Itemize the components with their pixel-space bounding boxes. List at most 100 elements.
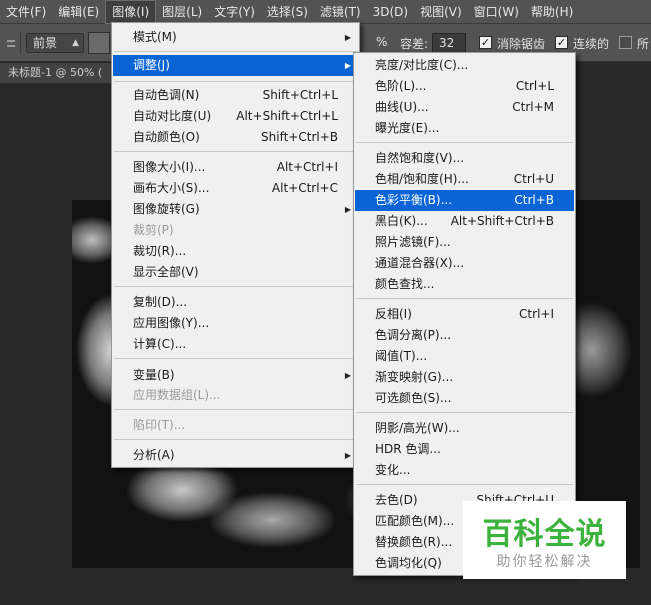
menu-item-label: 色调均化(Q) xyxy=(375,556,442,570)
menu-item-label: 曲线(U)... xyxy=(375,100,429,114)
menu-type[interactable]: 文字(Y) xyxy=(208,0,261,24)
menu-divider xyxy=(114,286,357,287)
menu-item-gradient-map[interactable]: 渐变映射(G)... xyxy=(355,367,574,388)
submenu-arrow-icon: ▶ xyxy=(344,61,351,70)
menu-item-label: 通道混合器(X)... xyxy=(375,256,465,270)
menu-edit[interactable]: 编辑(E) xyxy=(52,0,105,24)
menu-item-label: HDR 色调... xyxy=(375,442,441,456)
menu-item-label: 应用图像(Y)... xyxy=(133,316,210,330)
menu-item-label: 曝光度(E)... xyxy=(375,121,440,135)
menu-divider xyxy=(114,409,357,410)
menu-item-exposure[interactable]: 曝光度(E)... xyxy=(355,118,574,139)
percent-suffix: % xyxy=(376,35,388,49)
menu-item-duplicate[interactable]: 复制(D)... xyxy=(113,292,358,313)
menu-item-curves[interactable]: 曲线(U)... Ctrl+M xyxy=(355,97,574,118)
options-divider xyxy=(20,32,21,54)
menu-item-label: 匹配颜色(M)... xyxy=(375,514,455,528)
menu-select[interactable]: 选择(S) xyxy=(261,0,314,24)
menu-view[interactable]: 视图(V) xyxy=(414,0,468,24)
menu-item-label: 阈值(T)... xyxy=(375,349,428,363)
menu-help[interactable]: 帮助(H) xyxy=(525,0,579,24)
menu-item-adjustments[interactable]: 调整(J) ▶ xyxy=(113,55,358,76)
menu-item-label: 画布大小(S)... xyxy=(133,181,210,195)
menu-item-mode[interactable]: 模式(M) ▶ xyxy=(113,27,358,48)
menu-item-label: 调整(J) xyxy=(133,58,170,72)
menu-item-canvas-size[interactable]: 画布大小(S)... Alt+Ctrl+C xyxy=(113,178,358,199)
menu-item-variations[interactable]: 变化... xyxy=(355,460,574,481)
menu-item-trim[interactable]: 裁切(R)... xyxy=(113,241,358,262)
antialias-checkbox[interactable]: ✓ xyxy=(479,36,492,49)
menu-item-invert[interactable]: 反相(I) Ctrl+I xyxy=(355,304,574,325)
menu-item-posterize[interactable]: 色调分离(P)... xyxy=(355,325,574,346)
menu-item-label: 亮度/对比度(C)... xyxy=(375,58,469,72)
document-tab[interactable]: 未标题-1 @ 50% ( xyxy=(0,63,124,83)
menu-item-label: 替换颜色(R)... xyxy=(375,535,453,549)
gradient-swatch[interactable] xyxy=(88,32,110,54)
menu-item-brightness-contrast[interactable]: 亮度/对比度(C)... xyxy=(355,55,574,76)
menu-item-label: 黑白(K)... xyxy=(375,214,428,228)
tolerance-input[interactable]: 32 xyxy=(432,33,466,53)
menu-item-black-white[interactable]: 黑白(K)... Alt+Shift+Ctrl+B xyxy=(355,211,574,232)
menu-file[interactable]: 文件(F) xyxy=(0,0,52,24)
preset-select[interactable]: 前景 ▲ xyxy=(26,33,84,53)
menu-item-image-size[interactable]: 图像大小(I)... Alt+Ctrl+I xyxy=(113,157,358,178)
grip-icon[interactable] xyxy=(3,34,17,52)
menu-item-shadows-highlights[interactable]: 阴影/高光(W)... xyxy=(355,418,574,439)
menu-item-shortcut: Ctrl+U xyxy=(513,172,554,186)
menu-item-variables[interactable]: 变量(B) ▶ xyxy=(113,365,358,386)
menu-item-shortcut: Shift+Ctrl+L xyxy=(262,88,338,102)
menu-item-analysis[interactable]: 分析(A) ▶ xyxy=(113,445,358,466)
menu-item-label: 复制(D)... xyxy=(133,295,188,309)
menu-3d[interactable]: 3D(D) xyxy=(367,0,414,24)
menu-item-label: 阴影/高光(W)... xyxy=(375,421,460,435)
menu-divider xyxy=(356,412,573,413)
menu-item-apply-image[interactable]: 应用图像(Y)... xyxy=(113,313,358,334)
submenu-arrow-icon: ▶ xyxy=(344,205,351,214)
all-layers-label: 所 xyxy=(637,37,650,51)
menu-item-shortcut: Ctrl+L xyxy=(515,79,554,93)
menu-item-trap: 陷印(T)... xyxy=(113,415,358,436)
contiguous-checkbox[interactable]: ✓ xyxy=(555,36,568,49)
menu-item-label: 模式(M) xyxy=(133,30,177,44)
menu-item-label: 自动颜色(O) xyxy=(133,130,200,144)
menu-item-label: 色调分离(P)... xyxy=(375,328,452,342)
menu-item-apply-data-set: 应用数据组(L)... xyxy=(113,385,358,406)
menu-item-label: 颜色查找... xyxy=(375,277,435,291)
menu-item-crop: 裁剪(P) xyxy=(113,220,358,241)
menu-item-image-rotation[interactable]: 图像旋转(G) ▶ xyxy=(113,199,358,220)
menu-item-threshold[interactable]: 阈值(T)... xyxy=(355,346,574,367)
menu-item-calculations[interactable]: 计算(C)... xyxy=(113,334,358,355)
menu-item-shortcut: Ctrl+B xyxy=(514,193,554,207)
menu-item-photo-filter[interactable]: 照片滤镜(F)... xyxy=(355,232,574,253)
menu-bar: 文件(F) 编辑(E) 图像(I) 图层(L) 文字(Y) 选择(S) 滤镜(T… xyxy=(0,0,651,24)
menu-item-levels[interactable]: 色阶(L)... Ctrl+L xyxy=(355,76,574,97)
menu-item-label: 陷印(T)... xyxy=(133,418,186,432)
preset-select-value: 前景 xyxy=(33,36,58,50)
menu-item-label: 色相/饱和度(H)... xyxy=(375,172,469,186)
menu-item-auto-color[interactable]: 自动颜色(O) Shift+Ctrl+B xyxy=(113,127,358,148)
menu-item-shortcut: Alt+Ctrl+C xyxy=(271,181,338,195)
menu-item-color-lookup[interactable]: 颜色查找... xyxy=(355,274,574,295)
menu-item-hdr-toning[interactable]: HDR 色调... xyxy=(355,439,574,460)
menu-item-vibrance[interactable]: 自然饱和度(V)... xyxy=(355,148,574,169)
menu-layer[interactable]: 图层(L) xyxy=(156,0,208,24)
menu-item-label: 图像旋转(G) xyxy=(133,202,200,216)
menu-item-label: 可选颜色(S)... xyxy=(375,391,452,405)
menu-divider xyxy=(356,142,573,143)
menu-item-label: 去色(D) xyxy=(375,493,418,507)
menu-item-reveal-all[interactable]: 显示全部(V) xyxy=(113,262,358,283)
menu-item-shortcut: Alt+Shift+Ctrl+B xyxy=(450,214,554,228)
all-layers-checkbox[interactable] xyxy=(619,36,632,49)
menu-item-auto-contrast[interactable]: 自动对比度(U) Alt+Shift+Ctrl+L xyxy=(113,106,358,127)
menu-item-label: 自动色调(N) xyxy=(133,88,200,102)
menu-item-hue-saturation[interactable]: 色相/饱和度(H)... Ctrl+U xyxy=(355,169,574,190)
menu-divider xyxy=(356,298,573,299)
menu-item-color-balance[interactable]: 色彩平衡(B)... Ctrl+B xyxy=(355,190,574,211)
menu-item-label: 裁剪(P) xyxy=(133,223,174,237)
menu-item-selective-color[interactable]: 可选颜色(S)... xyxy=(355,388,574,409)
menu-filter[interactable]: 滤镜(T) xyxy=(314,0,367,24)
menu-image[interactable]: 图像(I) xyxy=(105,0,157,24)
menu-item-auto-tone[interactable]: 自动色调(N) Shift+Ctrl+L xyxy=(113,85,358,106)
menu-window[interactable]: 窗口(W) xyxy=(468,0,525,24)
menu-item-channel-mixer[interactable]: 通道混合器(X)... xyxy=(355,253,574,274)
